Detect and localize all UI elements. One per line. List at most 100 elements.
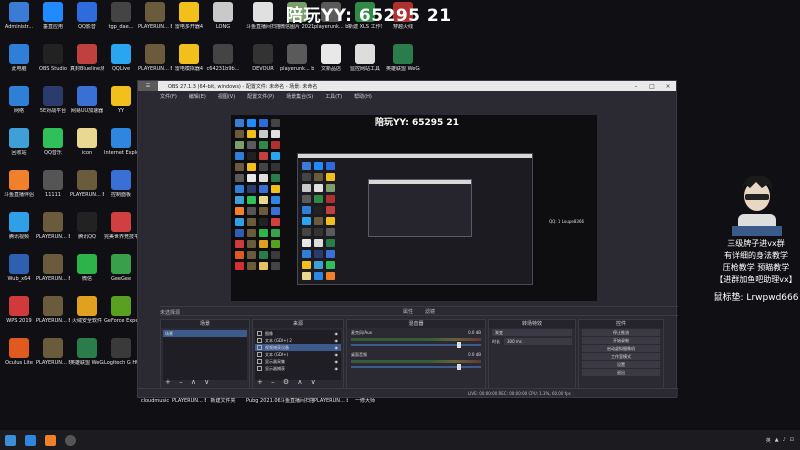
desktop-icon[interactable]: 网络 (2, 86, 36, 114)
menu-edit[interactable]: 编辑(E) (189, 93, 206, 100)
menu-help[interactable]: 帮助(H) (354, 93, 372, 100)
desktop-icon[interactable]: 11111 (36, 170, 70, 198)
eye-icon[interactable]: ◉ (335, 366, 339, 371)
source-item[interactable]: 视频捕获设备 ◉ (255, 344, 341, 351)
taskbar-douyu[interactable] (40, 430, 60, 450)
desktop-icon[interactable]: 真封Blueline测试版 (70, 44, 104, 72)
desktop-icon[interactable]: 斗鱼直播伴侣 (2, 170, 36, 198)
desktop-icon[interactable]: 监控网站工具 (348, 44, 382, 72)
desktop-icon[interactable]: QQ音乐 (36, 128, 70, 156)
desktop-icon[interactable]: 垂直应用 (36, 2, 70, 30)
desktop-icon[interactable]: Internet Explorer (104, 128, 138, 156)
desktop-icon[interactable]: DEVOUR (246, 44, 280, 72)
source-item[interactable]: 显示器捕获 ◉ (255, 365, 341, 372)
obs-preview[interactable]: 陪玩YY: 65295 21 QQ: 1 Loupe8366 (231, 115, 597, 301)
taskbar-ie[interactable] (20, 430, 40, 450)
sources-dock-controls[interactable]: + – ⚙ ∧ ∨ (257, 378, 319, 386)
taskbar-obs[interactable] (60, 430, 80, 450)
desktop-icon[interactable]: LONG (206, 2, 240, 30)
eye-icon[interactable]: ◉ (335, 331, 339, 336)
desktop-icon[interactable]: PLAYERUN... BATTLEGR... (36, 254, 70, 282)
studio-mode-button[interactable]: 工作室模式 (582, 353, 660, 360)
desktop-icon[interactable]: PLAYERUN... BATTLEGR... (36, 338, 70, 366)
mini-icon (314, 272, 323, 280)
desktop-icon-label: 微信 (81, 276, 92, 282)
stop-streaming-button[interactable]: 停止推流 (582, 329, 660, 336)
menu-file[interactable]: 文件(F) (160, 93, 177, 100)
desktop-icon[interactable]: 此电脑 (2, 44, 36, 72)
desktop-icon[interactable]: PLAYERUN... BATTLEGR... (36, 212, 70, 240)
desktop-icon[interactable]: WPS 2019 (2, 296, 36, 324)
source-item[interactable]: 文本 (GDI+) ◉ (255, 351, 341, 358)
desktop-icon[interactable]: Administr... (2, 2, 36, 30)
notification-icon[interactable]: ⊡ (790, 437, 794, 443)
tray-expand-icon[interactable]: ▲ (775, 437, 779, 443)
desktop-icon[interactable]: PLAYERUN... BATTLEGR... (138, 44, 172, 72)
desktop-icon[interactable]: Logitech G HUB (104, 338, 138, 366)
desktop-icon[interactable]: QQ影音 (70, 2, 104, 30)
transition-select[interactable]: 渐变 (492, 329, 572, 336)
scenes-dock-controls[interactable]: + – ∧ ∨ (165, 378, 212, 386)
minimize-icon[interactable]: – (628, 83, 644, 90)
scene-item[interactable]: 场景 (163, 330, 247, 337)
menu-view[interactable]: 视图(V) (218, 93, 235, 100)
eye-icon[interactable]: ◉ (335, 338, 339, 343)
desktop-icon[interactable]: 微信 (70, 254, 104, 282)
source-item[interactable]: 显示器采集 ◉ (255, 358, 341, 365)
menu-scene-collection[interactable]: 场景集合(S) (286, 93, 313, 100)
desktop-icon[interactable]: QQLive (104, 44, 138, 72)
eye-icon[interactable]: ◉ (335, 352, 339, 357)
desktop-icon[interactable]: 雷电模拟器4 (172, 44, 206, 72)
volume-icon[interactable]: ♪ (783, 437, 786, 443)
desktop-icon[interactable]: 英雄联盟 WeGame版 (70, 338, 104, 366)
source-item[interactable]: 文本 (GDI+) 2 ◉ (255, 337, 341, 344)
obs-window[interactable]: 三 OBS 27.1.3 (64-bit, windows) - 配置文件: 未… (137, 80, 678, 398)
desktop-icon[interactable]: PLAYERUN... BATTLEGR... (138, 2, 172, 30)
volume-slider[interactable] (351, 364, 481, 370)
transitions-dock-title: 转场特效 (489, 320, 575, 328)
desktop-icon[interactable]: 英雄联盟 WeGame版 (386, 44, 420, 72)
eye-icon[interactable]: ◉ (335, 345, 339, 350)
desktop-icon[interactable]: OBS Studio (36, 44, 70, 72)
eye-icon[interactable]: ◉ (335, 359, 339, 364)
desktop-icon[interactable]: 回收站 (2, 128, 36, 156)
volume-slider[interactable] (351, 342, 481, 348)
ime-indicator[interactable]: 英 (766, 437, 771, 444)
desktop-icon[interactable]: GeForce Experience (104, 296, 138, 324)
desktop-icon[interactable]: 控制面板 (104, 170, 138, 198)
desktop-icon[interactable]: 文新品店 (314, 44, 348, 72)
desktop-icon[interactable]: 网易UU加速器 (70, 86, 104, 114)
desktop-icon[interactable]: 斗鱼直播间扫描() (246, 2, 280, 30)
desktop-icon[interactable]: Oculus Lite (2, 338, 36, 366)
desktop-icon[interactable]: 5E对战平台 (36, 86, 70, 114)
duration-input[interactable]: 300 ms (504, 338, 572, 345)
desktop-icon[interactable]: tgp_dae... (104, 2, 138, 30)
desktop-icon[interactable]: GeeGee (104, 254, 138, 282)
source-item[interactable]: 图像 ◉ (255, 330, 341, 337)
scenes-dock: 场景 场景 + – ∧ ∨ (160, 319, 250, 389)
virtual-camera-button[interactable]: 启动虚拟摄像机 (582, 345, 660, 352)
desktop-icon[interactable]: PLAYERUN... BATTLEGR... (70, 170, 104, 198)
settings-button[interactable]: 设置 (582, 361, 660, 368)
desktop-icon[interactable]: 腾讯视频 (2, 212, 36, 240)
properties-button[interactable]: 属性 (403, 308, 413, 315)
menu-profile[interactable]: 配置文件(P) (247, 93, 274, 100)
obs-titlebar[interactable]: 三 OBS 27.1.3 (64-bit, windows) - 配置文件: 未… (138, 81, 676, 91)
maximize-icon[interactable]: □ (644, 83, 660, 90)
menu-tools[interactable]: 工具(T) (325, 93, 342, 100)
desktop-icon[interactable]: Wub_x64 (2, 254, 36, 282)
desktop-icon[interactable]: playerunk... battlegrou... (280, 44, 314, 72)
start-button[interactable] (0, 430, 20, 450)
desktop-icon[interactable]: YY (104, 86, 138, 114)
desktop-icon[interactable]: 腾讯QQ (70, 212, 104, 240)
desktop-icon[interactable]: c64231b9b... (206, 44, 240, 72)
desktop-icon[interactable]: 完美世界竞技平台 (104, 212, 138, 240)
desktop-icon[interactable]: icon (70, 128, 104, 156)
desktop-icon[interactable]: PLAYERUN... BATTLEGR... (36, 296, 70, 324)
filters-button[interactable]: 滤镜 (425, 308, 435, 315)
exit-button[interactable]: 退出 (582, 369, 660, 376)
start-recording-button[interactable]: 开始录制 (582, 337, 660, 344)
desktop-icon[interactable]: 火绒安全软件 (70, 296, 104, 324)
close-icon[interactable]: × (660, 83, 676, 90)
desktop-icon[interactable]: 雷电多开器4 (172, 2, 206, 30)
